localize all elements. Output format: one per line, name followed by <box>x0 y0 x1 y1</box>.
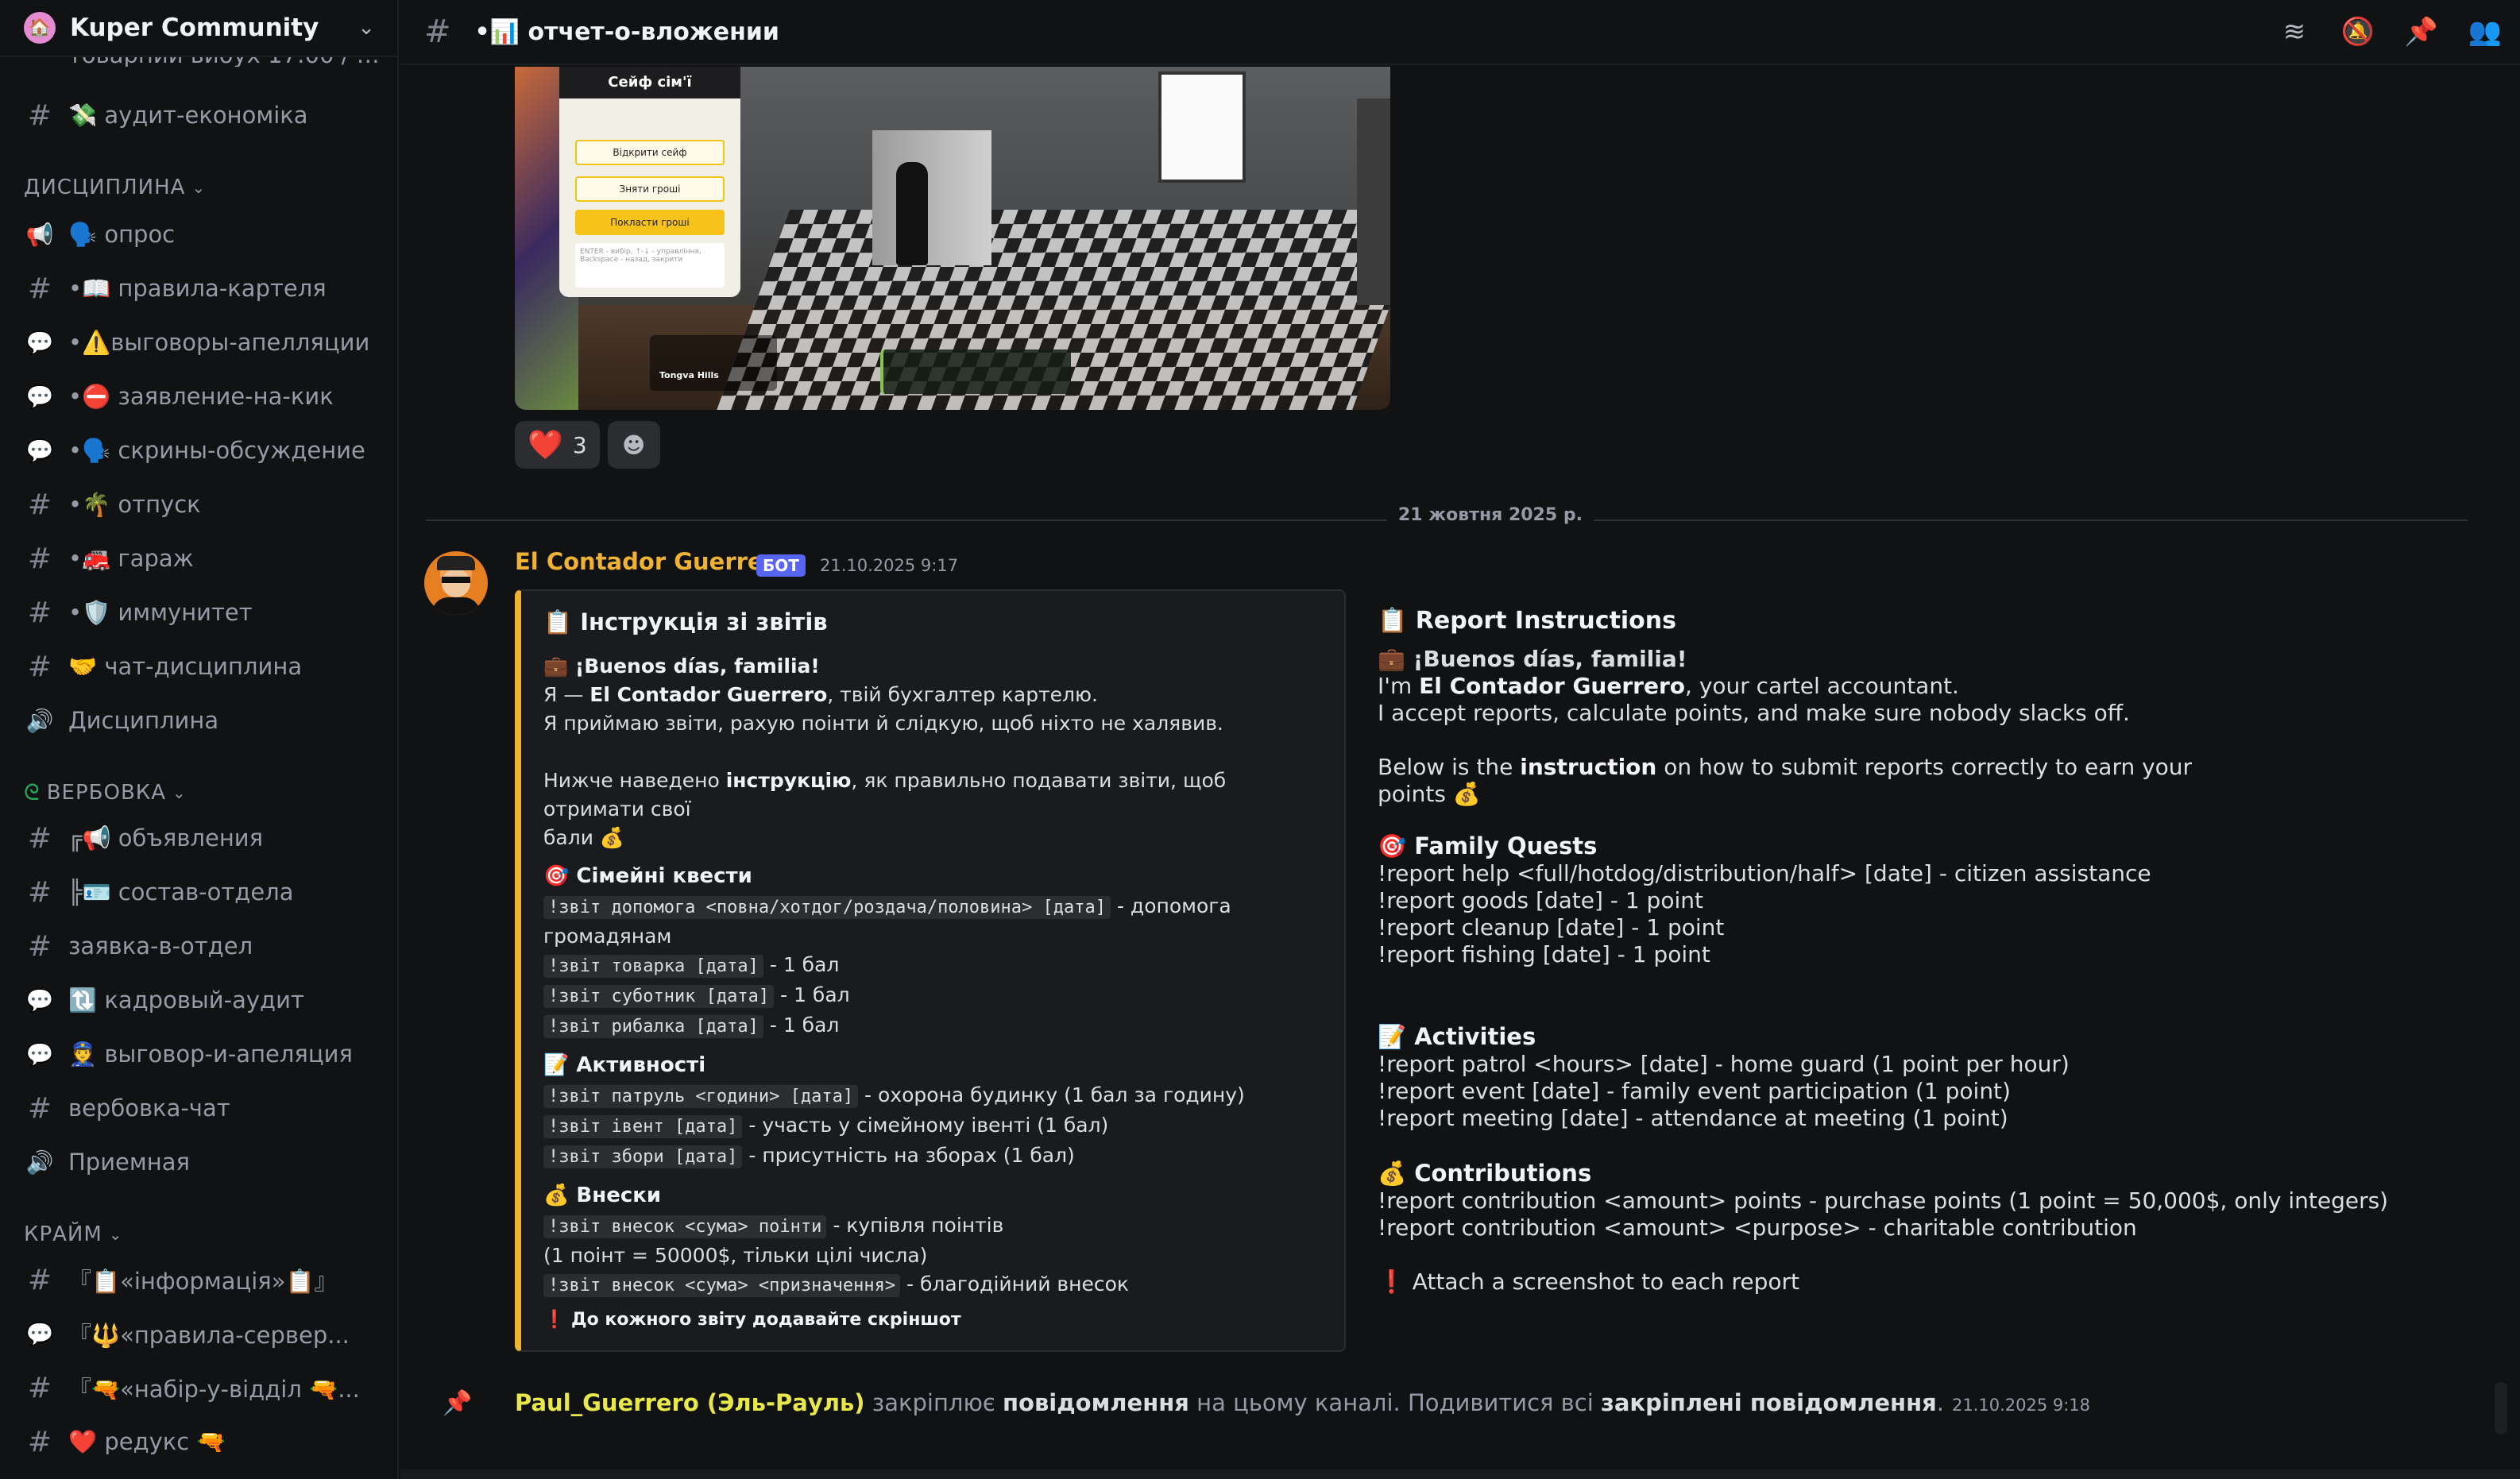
sidebar-channel[interactable]: # •📖 правила-картеля <box>24 265 381 311</box>
sidebar-channel[interactable]: # •🚒 гараж <box>24 535 381 581</box>
threads-icon[interactable]: ≋ <box>2277 14 2312 49</box>
image-attachment[interactable]: Сейф сім'ї Відкрити сейф Зняти гроші Пок… <box>515 67 1390 410</box>
sidebar-channel[interactable]: # •🛡️ иммунитет <box>24 589 381 635</box>
sidebar-channel[interactable]: # ❤️ редукс 🔫 <box>24 1419 381 1465</box>
forum-icon: 💬 <box>25 329 54 356</box>
image-poster <box>1158 71 1246 183</box>
members-icon[interactable]: 👥 <box>2468 14 2503 49</box>
chevron-down-icon: ⌄ <box>191 178 207 197</box>
hash-icon: # <box>27 1425 52 1458</box>
forum-icon: 💬 <box>25 1320 54 1347</box>
hash-icon: # <box>27 1371 52 1404</box>
image-location-hud: Tongva Hills <box>650 335 777 391</box>
forum-icon: 💬 <box>25 383 54 410</box>
image-toolbar <box>1357 98 1390 305</box>
hash-icon: # <box>27 821 52 855</box>
sidebar-channel[interactable]: # 『📋«інформація»📋』 <box>24 1257 381 1303</box>
channel-header: # •📊 отчет-о-вложении ≋ 🔕 📌 👥 <box>400 0 2520 65</box>
category-recruitment[interactable]: ᘓ ВЕРБОВКА ⌄ <box>24 777 187 809</box>
forum-icon: 💬 <box>25 1041 54 1068</box>
sidebar-channel[interactable]: 💬 •⛔ заявление-на-кик <box>24 373 381 419</box>
sidebar-channel[interactable]: # ╔📢 объявления <box>24 815 381 861</box>
heart-icon: ❤️ <box>528 429 563 461</box>
hash-icon: # <box>27 1263 52 1296</box>
hash-icon: # <box>27 929 52 963</box>
chevron-down-icon[interactable]: ⌄ <box>358 16 375 40</box>
image-status-hud <box>880 349 1071 394</box>
hash-icon: # <box>27 98 52 132</box>
pinned-messages-link[interactable]: закріплені повідомлення <box>1601 1389 1937 1416</box>
hash-icon: # <box>424 14 451 50</box>
announcement-icon: 📢 <box>25 221 54 248</box>
safe-menu-panel: Сейф сім'ї Відкрити сейф Зняти гроші Пок… <box>559 67 740 297</box>
reactions: ❤️ 3 ☻ <box>515 421 660 469</box>
chevron-down-icon: ⌄ <box>172 783 187 802</box>
hash-icon: # <box>27 596 52 629</box>
channel-sidebar: 🏠 Kuper Community ⌄ товарний виоух 17:00… <box>0 0 399 1479</box>
pin-timestamp: 21.10.2025 9:18 <box>1951 1396 2091 1415</box>
image-character <box>896 162 928 265</box>
category-discipline[interactable]: ДИСЦИПЛИНА ⌄ <box>24 172 206 203</box>
category-crime[interactable]: КРАЙМ ⌄ <box>24 1218 123 1250</box>
chevron-down-icon: ⌄ <box>108 1225 123 1244</box>
sidebar-channel[interactable]: # заявка-в-отдел <box>24 923 381 969</box>
pin-icon[interactable]: 📌 <box>2404 14 2439 49</box>
sidebar-voice-channel[interactable]: 🔊 Приемная <box>24 1139 381 1185</box>
pinned-message-link[interactable]: повідомлення <box>1003 1389 1189 1416</box>
sidebar-channel[interactable]: 💬 👮 выговор-и-апеляция <box>24 1031 381 1077</box>
server-name: Kuper Community <box>70 14 319 42</box>
hash-icon: # <box>27 650 52 683</box>
server-header[interactable]: 🏠 Kuper Community ⌄ <box>0 0 397 57</box>
sidebar-channel[interactable]: # •🌴 отпуск <box>24 481 381 527</box>
link-icon: ᘓ <box>24 779 41 805</box>
message-text-english: 📋 Report Instructions 💼 ¡Buenos días, fa… <box>1378 607 2389 1295</box>
hash-icon: # <box>27 875 52 909</box>
forum-icon: 💬 <box>25 987 54 1014</box>
composer-edge <box>400 1469 2520 1479</box>
sidebar-channel[interactable]: 💬 •🗣️ скрины-обсуждение <box>24 427 381 473</box>
sidebar-channel[interactable]: # 💸 аудит-економіка <box>24 92 381 138</box>
hash-icon: # <box>27 1091 52 1125</box>
embed-title: 📋 Інструкція зі звітів <box>543 608 828 635</box>
pin-icon: 📌 <box>443 1388 473 1417</box>
message-timestamp: 21.10.2025 9:17 <box>820 556 959 575</box>
hash-icon: # <box>27 488 52 521</box>
forum-icon: 💬 <box>25 437 54 464</box>
sidebar-channel[interactable]: # 『🔫«набір-у-відділ 🔫... <box>24 1365 381 1411</box>
sidebar-channel[interactable]: 💬 🔃 кадровый-аудит <box>24 977 381 1023</box>
sidebar-voice-channel[interactable]: 🔊 Дисциплина <box>24 697 381 743</box>
speaker-icon: 🔊 <box>25 707 54 734</box>
reaction-heart[interactable]: ❤️ 3 <box>515 421 600 469</box>
message-author[interactable]: El Contador Guerrero <box>515 548 790 575</box>
channel-title: •📊 отчет-о-вложении <box>474 17 779 46</box>
sidebar-channel[interactable]: 💬 『🔱«правила-сервер... <box>24 1311 381 1357</box>
server-icon: 🏠 <box>24 12 56 44</box>
embed-ukrainian: 📋 Інструкція зі звітів 💼 ¡Buenos días, f… <box>515 589 1346 1352</box>
mute-icon[interactable]: 🔕 <box>2340 14 2375 49</box>
message-list: Сейф сім'ї Відкрити сейф Зняти гроші Пок… <box>400 67 2520 1479</box>
sidebar-channel[interactable]: 💬 •⚠️выговоры-апелляции <box>24 319 381 365</box>
sidebar-channel[interactable]: # вербовка-чат <box>24 1085 381 1131</box>
sidebar-channel[interactable]: # 🤝 чат-дисциплина <box>24 643 381 689</box>
pin-system-message: 📌 Paul_Guerrero (Эль-Рауль) закріплює по… <box>400 1382 2466 1423</box>
avatar[interactable] <box>424 551 488 615</box>
speaker-icon: 🔊 <box>25 1149 54 1176</box>
date-divider: 21 жовтня 2025 р. <box>426 505 2468 525</box>
scrollbar[interactable] <box>2495 1382 2507 1435</box>
bot-badge: БОТ <box>756 554 806 577</box>
hash-icon: # <box>27 272 52 305</box>
sidebar-channel[interactable]: 📢 🗣️ опрос <box>24 211 381 257</box>
smiley-icon: ☻ <box>622 431 646 458</box>
pin-user[interactable]: Paul_Guerrero (Эль-Рауль) <box>515 1389 865 1416</box>
add-reaction-button[interactable]: ☻ <box>607 421 660 469</box>
hash-icon: # <box>27 542 52 575</box>
image-safe-door <box>872 130 991 265</box>
sidebar-channel[interactable]: # ╠🪪 состав-отдела <box>24 869 381 915</box>
